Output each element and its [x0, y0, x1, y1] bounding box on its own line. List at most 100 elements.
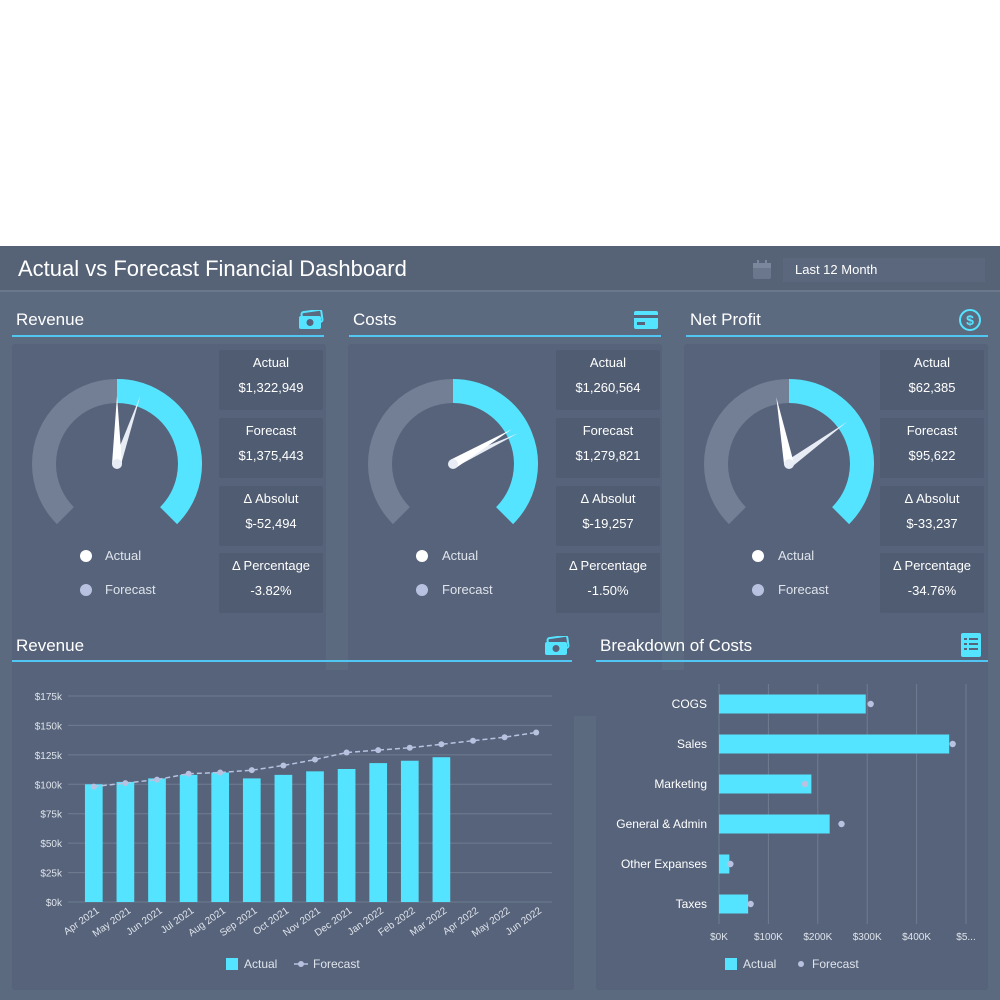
- section-divider: [349, 335, 661, 337]
- x-tick-label: $200K: [803, 932, 832, 943]
- credit-card-icon: [634, 311, 658, 329]
- revenue-actual-bar: [369, 763, 388, 902]
- box-value: $1,279,821: [575, 448, 641, 463]
- cost-forecast-point: [727, 860, 734, 868]
- category-label: Other Expanses: [621, 857, 707, 871]
- revenue-bar-chart: $0k$25k$50k$75k$100k$125k$150k$175kApr 2…: [35, 692, 552, 971]
- box-value: $95,622: [908, 448, 956, 463]
- box-label: Forecast: [245, 423, 297, 438]
- category-label: Sales: [677, 737, 707, 751]
- cost-forecast-point: [747, 900, 754, 908]
- box-label: Forecast: [582, 423, 634, 438]
- box-value: -1.50%: [587, 583, 629, 598]
- box-value: $-19,257: [582, 516, 634, 531]
- legend-forecast-label: Forecast: [778, 582, 829, 597]
- x-tick-label: $400K: [902, 932, 931, 943]
- box-label: Δ Percentage: [892, 558, 972, 573]
- legend-actual-dot: [752, 550, 764, 562]
- category-label: COGS: [672, 697, 707, 711]
- revenue-forecast-point: [470, 737, 476, 744]
- revenue-actual-bar: [116, 781, 135, 902]
- delta-percentage-box: Δ Percentage -34.76%: [880, 553, 984, 613]
- legend-actual-dot: [80, 550, 92, 562]
- revenue-actual-bar: [148, 778, 166, 902]
- section-divider: [686, 335, 988, 337]
- box-value: $1,322,949: [238, 380, 304, 395]
- legend-actual-label: Actual: [442, 548, 479, 563]
- revenue-gauge: [32, 379, 202, 525]
- x-tick-label: Jun 2021: [125, 905, 165, 938]
- box-value: $-33,237: [906, 516, 958, 531]
- revenue-actual-bar: [179, 774, 198, 902]
- legend-forecast-marker: [798, 961, 804, 967]
- y-tick-label: $50k: [40, 839, 63, 850]
- actual-box: Actual $62,385: [880, 350, 984, 410]
- y-tick-label: $25k: [40, 869, 63, 880]
- revenue-forecast-point: [280, 762, 287, 769]
- legend-actual-label: Actual: [105, 548, 142, 563]
- category-label: Taxes: [676, 897, 707, 911]
- costs-kpi-title: Costs: [353, 310, 397, 329]
- cost-forecast-point: [867, 700, 874, 708]
- box-value: $1,375,443: [238, 448, 304, 463]
- category-label: Marketing: [654, 777, 707, 791]
- legend-actual-label: Actual: [778, 548, 815, 563]
- gauge-actual-needle: [776, 397, 794, 465]
- calendar-icon[interactable]: [752, 260, 772, 280]
- x-tick-label: $100K: [754, 932, 783, 943]
- net-profit-kpi-title: Net Profit: [690, 310, 761, 329]
- cost-actual-bar: [719, 814, 830, 834]
- revenue-forecast-point: [90, 783, 97, 790]
- delta-percentage-box: Δ Percentage -3.82%: [219, 553, 323, 613]
- revenue-actual-bar: [306, 771, 324, 902]
- revenue-forecast-point: [438, 741, 445, 748]
- revenue-forecast-point: [343, 749, 350, 756]
- box-label: Δ Absolut: [243, 491, 299, 506]
- cost-forecast-point: [801, 780, 809, 788]
- costs-gauge: [368, 379, 538, 525]
- section-divider: [12, 660, 572, 662]
- date-range-select[interactable]: Last 12 Month: [783, 258, 985, 282]
- revenue-forecast-point: [533, 729, 540, 736]
- y-tick-label: $175k: [35, 692, 63, 703]
- revenue-actual-bar: [242, 778, 261, 902]
- forecast-box: Forecast $1,375,443: [219, 418, 323, 478]
- revenue-forecast-point: [217, 769, 224, 776]
- costs-chart-title: Breakdown of Costs: [600, 636, 753, 655]
- delta-absolut-box: Δ Absolut $-33,237: [880, 486, 984, 546]
- box-label: Δ Absolut: [580, 491, 636, 506]
- net-profit-gauge: [704, 379, 874, 525]
- gauge-hub: [112, 459, 122, 469]
- box-value: $-52,494: [245, 516, 297, 531]
- revenue-forecast-point: [312, 756, 318, 763]
- legend-actual-label: Actual: [244, 957, 277, 971]
- revenue-kpi-title: Revenue: [16, 310, 85, 329]
- cost-actual-bar: [719, 894, 749, 914]
- revenue-chart-title: Revenue: [16, 636, 85, 655]
- delta-percentage-box: Δ Percentage -1.50%: [556, 553, 660, 613]
- forecast-box: Forecast $1,279,821: [556, 418, 660, 478]
- revenue-actual-bar: [211, 772, 230, 902]
- gauge-hub: [448, 459, 458, 469]
- dashboard-title: Actual vs Forecast Financial Dashboard: [18, 256, 407, 281]
- svg-text:$: $: [966, 312, 974, 328]
- actual-box: Actual $1,322,949: [219, 350, 323, 410]
- dollar-circle-icon: $: [959, 309, 981, 331]
- legend-forecast-dot: [416, 584, 428, 596]
- cost-actual-bar: [719, 694, 866, 714]
- y-tick-label: $75k: [40, 810, 63, 821]
- revenue-forecast-point: [185, 770, 192, 777]
- revenue-actual-bar: [274, 774, 293, 902]
- box-label: Actual: [913, 355, 951, 370]
- actual-box: Actual $1,260,564: [556, 350, 660, 410]
- legend-forecast-label: Forecast: [442, 582, 493, 597]
- revenue-forecast-point: [154, 776, 160, 783]
- y-tick-label: $100k: [35, 780, 63, 791]
- box-label: Forecast: [906, 423, 958, 438]
- gauge-actual-needle: [450, 429, 512, 469]
- revenue-forecast-point: [406, 744, 413, 751]
- gauge-actual-needle: [112, 396, 122, 464]
- revenue-actual-bar: [400, 760, 419, 902]
- cost-forecast-point: [838, 820, 845, 828]
- cost-actual-bar: [719, 734, 950, 754]
